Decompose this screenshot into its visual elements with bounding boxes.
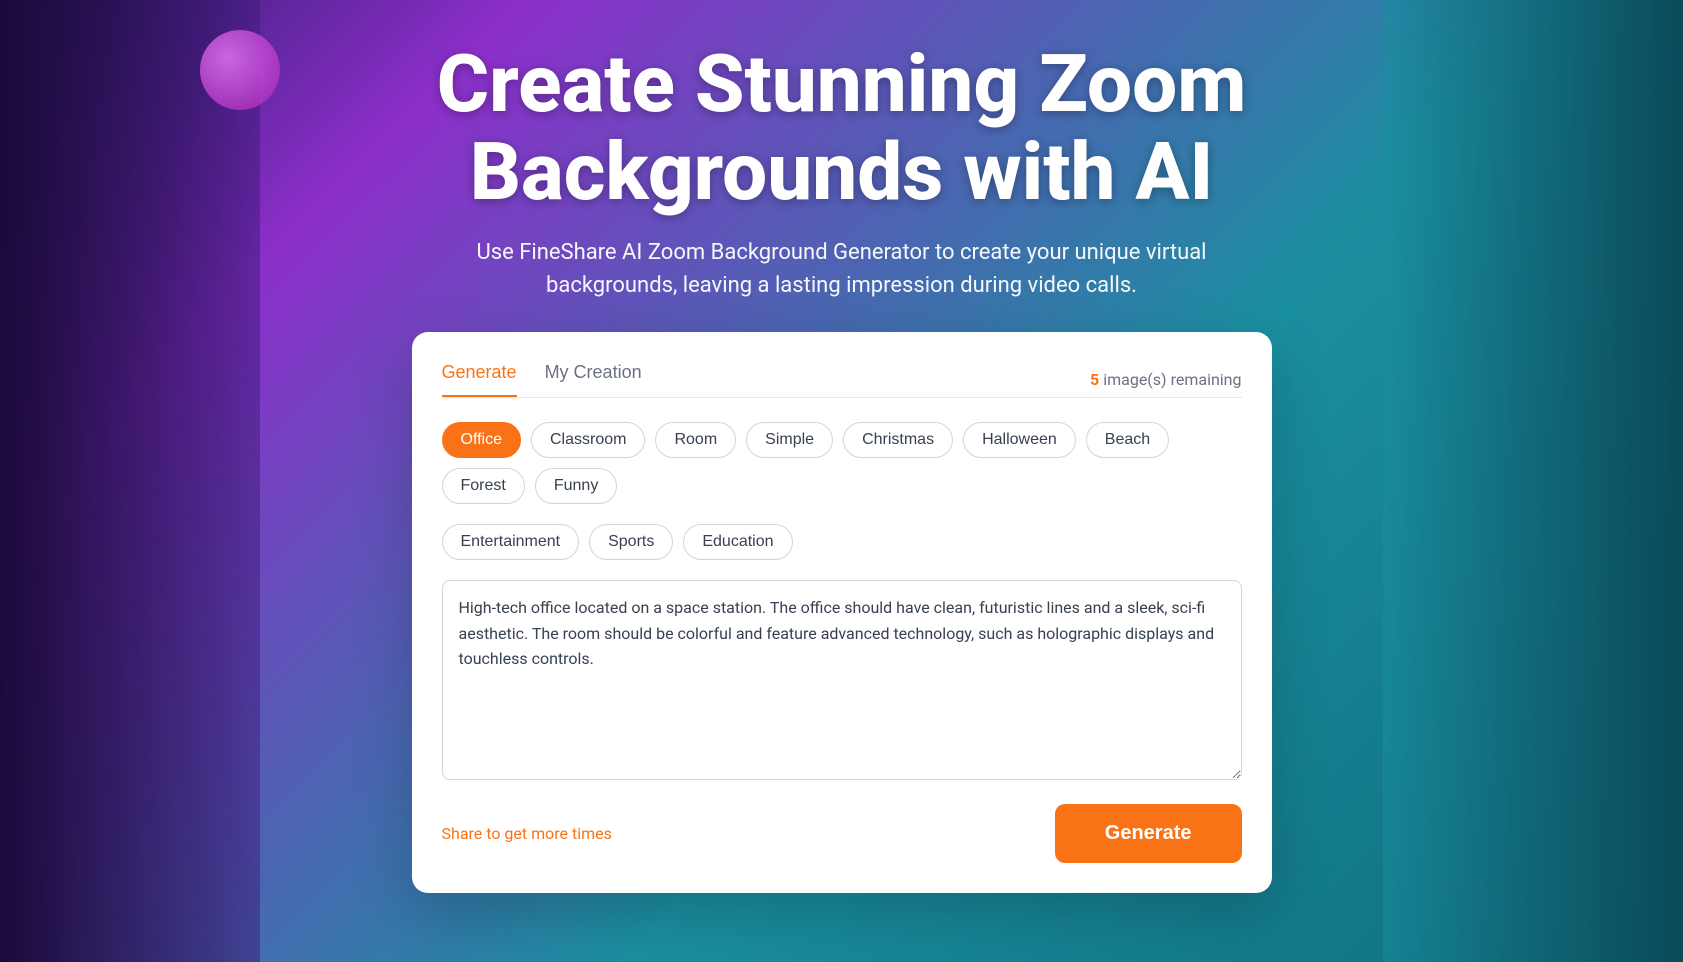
- tab-generate[interactable]: Generate: [442, 362, 517, 397]
- remaining-label: image(s) remaining: [1103, 370, 1241, 389]
- tags-row-2: Entertainment Sports Education: [442, 524, 1242, 560]
- generate-button[interactable]: Generate: [1055, 804, 1242, 863]
- tag-entertainment[interactable]: Entertainment: [442, 524, 580, 560]
- tag-sports[interactable]: Sports: [589, 524, 673, 560]
- page-content: Create Stunning Zoom Backgrounds with AI…: [0, 0, 1683, 962]
- tag-simple[interactable]: Simple: [746, 422, 833, 458]
- tag-room[interactable]: Room: [655, 422, 736, 458]
- tab-my-creation[interactable]: My Creation: [545, 362, 642, 397]
- tags-row: Office Classroom Room Simple Christmas H…: [442, 422, 1242, 504]
- remaining-count: 5 image(s) remaining: [1090, 370, 1241, 389]
- tag-funny[interactable]: Funny: [535, 468, 617, 504]
- tag-education[interactable]: Education: [683, 524, 792, 560]
- remaining-number: 5: [1090, 370, 1099, 389]
- main-card: Generate My Creation 5 image(s) remainin…: [412, 332, 1272, 893]
- card-footer: Share to get more times Generate: [442, 804, 1242, 863]
- tag-classroom[interactable]: Classroom: [531, 422, 645, 458]
- share-link[interactable]: Share to get more times: [442, 824, 612, 843]
- tag-beach[interactable]: Beach: [1086, 422, 1169, 458]
- tag-christmas[interactable]: Christmas: [843, 422, 953, 458]
- tag-office[interactable]: Office: [442, 422, 522, 458]
- tag-halloween[interactable]: Halloween: [963, 422, 1076, 458]
- tag-forest[interactable]: Forest: [442, 468, 525, 504]
- hero-title: Create Stunning Zoom Backgrounds with AI: [392, 40, 1292, 216]
- prompt-textarea[interactable]: [442, 580, 1242, 780]
- hero-subtitle: Use FineShare AI Zoom Background Generat…: [417, 236, 1267, 302]
- tabs-container: Generate My Creation 5 image(s) remainin…: [442, 362, 1242, 398]
